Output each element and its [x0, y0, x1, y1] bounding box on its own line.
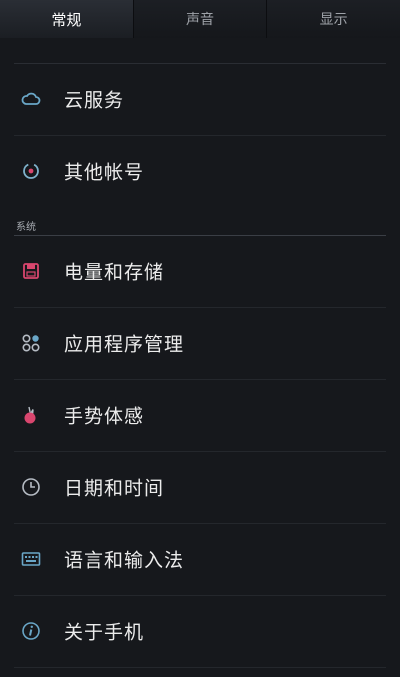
settings-item-label: 其他帐号	[64, 161, 145, 184]
cloud-icon	[20, 88, 42, 110]
tab-bar: 常规 声音 显示	[0, 0, 400, 38]
divider	[14, 667, 386, 668]
settings-item-power-storage[interactable]: 电量和存储	[0, 235, 400, 307]
settings-item-label: 语言和输入法	[64, 549, 185, 572]
settings-item-label: 电量和存储	[64, 261, 165, 284]
sync-icon	[20, 160, 42, 182]
keyboard-icon	[20, 548, 42, 570]
tab-sound[interactable]: 声音	[134, 0, 268, 38]
settings-item-about-phone[interactable]: 关于手机	[0, 595, 400, 667]
tab-display[interactable]: 显示	[267, 0, 400, 38]
section-header-system: 系统	[16, 222, 36, 233]
settings-item-label: 手势体感	[64, 405, 145, 428]
storage-icon	[20, 260, 42, 282]
settings-item-gesture[interactable]: 手势体感	[0, 379, 400, 451]
gesture-icon	[20, 404, 42, 426]
apps-icon	[20, 332, 42, 354]
settings-item-language-input[interactable]: 语言和输入法	[0, 523, 400, 595]
settings-item-cloud-service[interactable]: 云服务	[0, 63, 400, 135]
info-icon	[20, 620, 42, 642]
settings-item-label: 云服务	[64, 89, 125, 112]
settings-item-app-management[interactable]: 应用程序管理	[0, 307, 400, 379]
settings-item-label: 应用程序管理	[64, 333, 185, 356]
tab-general[interactable]: 常规	[0, 0, 134, 38]
settings-item-other-accounts[interactable]: 其他帐号	[0, 135, 400, 207]
settings-item-date-time[interactable]: 日期和时间	[0, 451, 400, 523]
settings-item-label: 关于手机	[64, 621, 145, 644]
settings-item-label: 日期和时间	[64, 477, 165, 500]
clock-icon	[20, 476, 42, 498]
